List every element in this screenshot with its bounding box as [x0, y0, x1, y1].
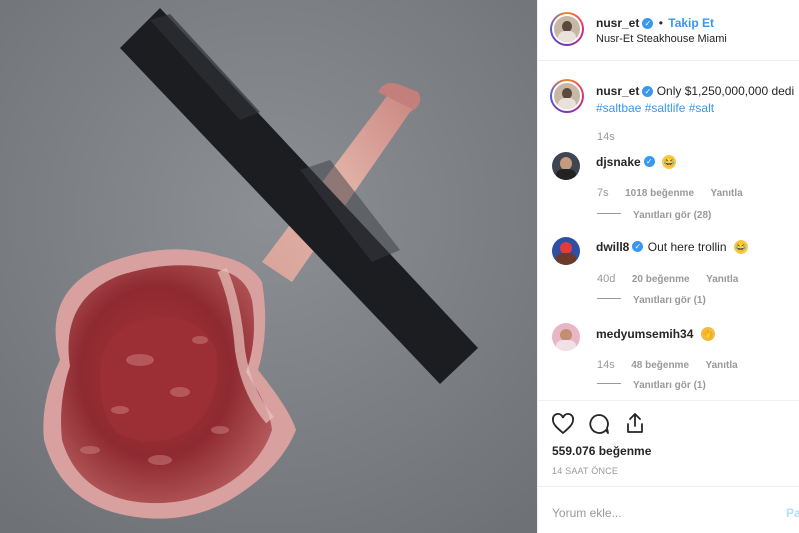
- caption-hashtags[interactable]: #saltbae #saltlife #salt: [596, 101, 714, 115]
- view-replies-button[interactable]: Yanıtları gör (28): [597, 205, 711, 223]
- comment-time: 40d: [597, 273, 616, 285]
- comment-meta: 40d 20 beğenme Yanıtla: [597, 269, 738, 287]
- comment-avatar[interactable]: [552, 152, 580, 180]
- comment-username[interactable]: djsnake: [596, 155, 641, 169]
- comment-username[interactable]: medyumsemih34: [596, 327, 693, 341]
- comment-input-divider: [538, 486, 799, 487]
- replies-line: [597, 383, 621, 385]
- comment-input[interactable]: Yorum ekle...: [552, 506, 622, 520]
- view-replies-label: Yanıtları gör (1): [633, 380, 706, 391]
- actions-divider: [538, 400, 799, 401]
- post-sidebar: nusr_et ✓ • Takip Et Nusr-Et Steakhouse M…: [537, 0, 799, 533]
- verified-badge-icon: ✓: [632, 241, 644, 253]
- comment-avatar[interactable]: [552, 323, 580, 351]
- view-replies-button[interactable]: Yanıtları gör (1): [597, 290, 706, 308]
- share-icon[interactable]: [623, 411, 647, 435]
- comment-likes[interactable]: 1018 beğenme: [625, 188, 694, 199]
- caption-author-avatar[interactable]: [550, 79, 584, 113]
- view-replies-label: Yanıtları gör (28): [633, 210, 712, 221]
- caption-text: Only $1,250,000,000 dedi: [656, 84, 795, 98]
- verified-badge-icon: ✓: [643, 156, 655, 168]
- comment-time: 7s: [597, 187, 609, 199]
- rofl-emoji-icon: 😂: [662, 154, 677, 169]
- post-location[interactable]: Nusr-Et Steakhouse Miami: [596, 33, 727, 45]
- comment-line: dwill8 ✓ Out here trollin 😂: [596, 238, 748, 256]
- caption-time: 14s: [597, 131, 615, 143]
- heart-icon[interactable]: [551, 412, 575, 436]
- follow-button[interactable]: Takip Et: [668, 16, 714, 30]
- post-header: nusr_et ✓ • Takip Et: [596, 16, 714, 30]
- steak-with-tape-image: [0, 0, 537, 533]
- post-time-ago: 14 SAAT ÖNCE: [552, 466, 619, 476]
- replies-line: [597, 213, 621, 215]
- comment-meta: 14s 48 beğenme Yanıtla: [597, 355, 738, 373]
- comment-line: medyumsemih34 👏: [596, 325, 715, 343]
- header-divider: [538, 60, 799, 61]
- verified-badge-icon: ✓: [642, 86, 654, 98]
- comment-time: 14s: [597, 359, 615, 371]
- post-photo[interactable]: [0, 0, 537, 533]
- comment-text: Out here trollin: [647, 240, 727, 254]
- verified-badge-icon: ✓: [642, 18, 654, 30]
- comment-likes[interactable]: 48 beğenme: [631, 360, 689, 371]
- comment-meta: 7s 1018 beğenme Yanıtla: [597, 183, 743, 201]
- comment-line: djsnake ✓ 😂: [596, 153, 677, 171]
- view-replies-label: Yanıtları gör (1): [633, 295, 706, 306]
- post-author-avatar[interactable]: [550, 12, 584, 46]
- comment-icon[interactable]: [587, 412, 611, 436]
- reply-button[interactable]: Yanıtla: [706, 274, 738, 285]
- clap-emoji-icon: 👏: [700, 326, 715, 341]
- caption-line: nusr_et ✓ Only $1,250,000,000 dedi: [596, 84, 794, 98]
- comment-avatar[interactable]: [552, 237, 580, 265]
- reply-button[interactable]: Yanıtla: [705, 360, 737, 371]
- post-author-username[interactable]: nusr_et: [596, 16, 639, 30]
- rofl-emoji-icon: 😂: [733, 239, 748, 254]
- view-replies-button[interactable]: Yanıtları gör (1): [597, 375, 706, 393]
- caption-username[interactable]: nusr_et: [596, 84, 639, 98]
- separator-dot: •: [658, 16, 663, 30]
- comment-username[interactable]: dwill8: [596, 240, 629, 254]
- replies-line: [597, 298, 621, 300]
- likes-count[interactable]: 559.076 beğenme: [552, 444, 651, 458]
- reply-button[interactable]: Yanıtla: [710, 188, 742, 199]
- post-comment-button[interactable]: Pa: [786, 506, 799, 520]
- comment-likes[interactable]: 20 beğenme: [632, 274, 690, 285]
